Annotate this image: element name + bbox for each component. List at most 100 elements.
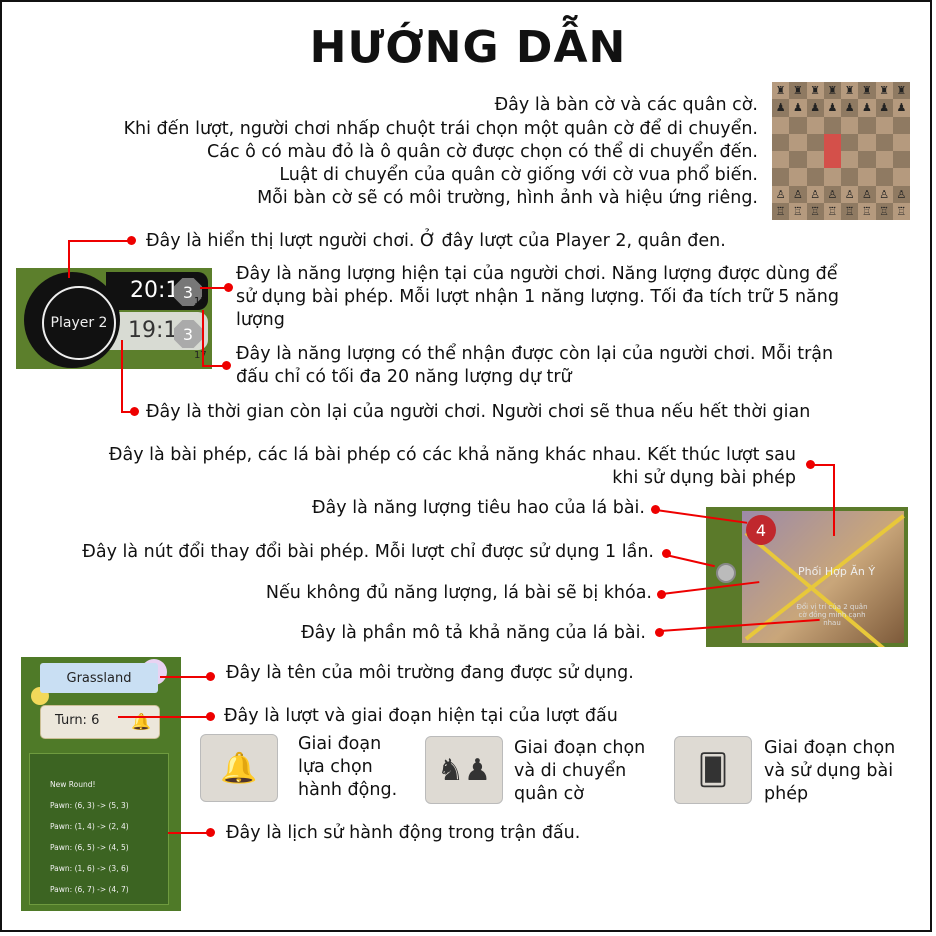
history-item: Pawn: (6, 5) -> (4, 5)	[50, 843, 129, 852]
board-cell[interactable]	[823, 168, 841, 186]
board-cell[interactable]: ♙	[823, 185, 841, 203]
board-cell[interactable]: ♖	[841, 202, 859, 220]
bell-thought-icon: 🔔	[131, 712, 151, 731]
board-cell[interactable]	[823, 116, 841, 134]
board-cell[interactable]: ♟	[806, 99, 824, 117]
board-cell[interactable]	[892, 133, 910, 151]
board-cell[interactable]: ♙	[789, 185, 807, 203]
history-item: Pawn: (6, 7) -> (4, 7)	[50, 885, 129, 894]
board-cell[interactable]	[789, 168, 807, 186]
card-name: Phối Hợp Ăn Ý	[798, 565, 876, 578]
phase-1-label-3: hành động.	[298, 780, 398, 800]
board-cell[interactable]: ♙	[892, 185, 910, 203]
board-cell[interactable]: ♜	[841, 82, 859, 100]
board-cell[interactable]	[789, 116, 807, 134]
board-cell[interactable]: ♟	[789, 99, 807, 117]
phase-2-label-1: Giai đoạn chọn	[514, 738, 646, 758]
board-cell[interactable]	[892, 151, 910, 169]
board-cell[interactable]: ♜	[806, 82, 824, 100]
board-cell[interactable]	[841, 133, 859, 151]
player-name: Player 2	[42, 286, 116, 360]
board-cell[interactable]: ♖	[892, 202, 910, 220]
reserve-bottom: 17	[194, 350, 207, 361]
board-cell[interactable]	[875, 151, 893, 169]
board-cell[interactable]: ♟	[875, 99, 893, 117]
board-cell[interactable]: ♙	[806, 185, 824, 203]
board-cell[interactable]: ♖	[789, 202, 807, 220]
turn-label: Turn: 6	[55, 713, 100, 728]
board-cell[interactable]	[858, 168, 876, 186]
board-cell[interactable]	[772, 116, 790, 134]
board-cell[interactable]	[875, 168, 893, 186]
board-cell[interactable]: ♖	[823, 202, 841, 220]
board-desc-5: Mỗi bàn cờ sẽ có môi trường, hình ảnh và…	[257, 188, 758, 208]
history-desc: Đây là lịch sử hành động trong trận đấu.	[226, 823, 581, 843]
connector-line	[810, 464, 834, 466]
board-cell[interactable]: ♜	[875, 82, 893, 100]
board-cell[interactable]: ♟	[892, 99, 910, 117]
reserve-top: 17	[194, 296, 207, 307]
bell-thought-icon: 🔔	[200, 734, 278, 802]
board-cell[interactable]: ♖	[875, 202, 893, 220]
connector-dot	[222, 361, 231, 370]
energy-reserve-desc-2: đấu chỉ có tối đa 20 năng lượng dự trữ	[236, 367, 572, 387]
board-cell[interactable]: ♜	[789, 82, 807, 100]
connector-line	[68, 240, 70, 278]
board-cell[interactable]: ♜	[892, 82, 910, 100]
board-cell[interactable]	[892, 168, 910, 186]
chess-pieces-icon: ♞♟	[425, 736, 503, 804]
board-cell[interactable]: ♟	[772, 99, 790, 117]
board-cell[interactable]	[772, 133, 790, 151]
board-cell[interactable]	[841, 151, 859, 169]
card-locked-desc: Nếu không đủ năng lượng, lá bài sẽ bị kh…	[265, 583, 652, 603]
board-cell[interactable]	[858, 116, 876, 134]
board-cell[interactable]	[858, 151, 876, 169]
board-cell[interactable]: ♜	[772, 82, 790, 100]
energy-current-desc-3: lượng	[236, 310, 285, 330]
board-cell[interactable]	[841, 116, 859, 134]
board-cell[interactable]: ♟	[841, 99, 859, 117]
board-cell[interactable]	[806, 151, 824, 169]
board-cell[interactable]: ♙	[858, 185, 876, 203]
board-cell[interactable]	[841, 168, 859, 186]
board-cell[interactable]	[806, 116, 824, 134]
connector-dot	[130, 407, 139, 416]
board-cell[interactable]	[823, 133, 841, 151]
board-cell[interactable]	[875, 116, 893, 134]
board-cell[interactable]	[789, 151, 807, 169]
connector-line	[121, 340, 123, 412]
phase-3-label-2: và sử dụng bài	[764, 761, 894, 781]
board-cell[interactable]: ♟	[823, 99, 841, 117]
board-cell[interactable]	[806, 168, 824, 186]
board-cell[interactable]: ♖	[772, 202, 790, 220]
board-cell[interactable]: ♖	[806, 202, 824, 220]
time-left-desc: Đây là thời gian còn lại của người chơi.…	[146, 402, 811, 422]
board-cell[interactable]	[892, 116, 910, 134]
board-cell[interactable]	[789, 133, 807, 151]
swap-card-button[interactable]	[716, 563, 736, 583]
board-cell[interactable]: ♜	[823, 82, 841, 100]
board-cell[interactable]: ♙	[772, 185, 790, 203]
board-desc-3: Các ô có màu đỏ là ô quân cờ được chọn c…	[207, 142, 758, 162]
turn-display-desc: Đây là hiển thị lượt người chơi. Ở đây l…	[146, 231, 726, 251]
board-cell[interactable]: ♖	[858, 202, 876, 220]
board-cell[interactable]: ♙	[841, 185, 859, 203]
board-cell[interactable]	[772, 151, 790, 169]
board-cell[interactable]: ♙	[875, 185, 893, 203]
board-cell[interactable]	[806, 133, 824, 151]
board-cell[interactable]: ♜	[858, 82, 876, 100]
action-history[interactable]: New Round! Pawn: (6, 3) -> (5, 3) Pawn: …	[29, 753, 169, 905]
turn-phase-desc: Đây là lượt và giai đoạn hiện tại của lư…	[224, 706, 618, 726]
board-cell[interactable]: ♟	[858, 99, 876, 117]
chess-board[interactable]: ♜ ♜ ♜ ♜ ♜ ♜ ♜ ♜ ♟ ♟ ♟ ♟ ♟ ♟ ♟ ♟ ♙ ♙ ♙ ♙ ♙ ♙ ♙ ♙ ♖ ♖ ♖ ♖ ♖ ♖ ♖ ♖	[772, 82, 910, 220]
board-cell[interactable]	[772, 168, 790, 186]
board-cell[interactable]	[858, 133, 876, 151]
board-cell[interactable]	[823, 151, 841, 169]
history-item: Pawn: (1, 6) -> (3, 6)	[50, 864, 129, 873]
energy-reserve-desc-1: Đây là năng lượng có thể nhận được còn l…	[236, 344, 834, 364]
board-desc-1: Đây là bàn cờ và các quân cờ.	[494, 95, 758, 115]
board-cell[interactable]	[875, 133, 893, 151]
phase-3-label-3: phép	[764, 784, 809, 804]
phase-2-label-2: và di chuyển	[514, 761, 627, 781]
connector-line	[202, 365, 224, 367]
